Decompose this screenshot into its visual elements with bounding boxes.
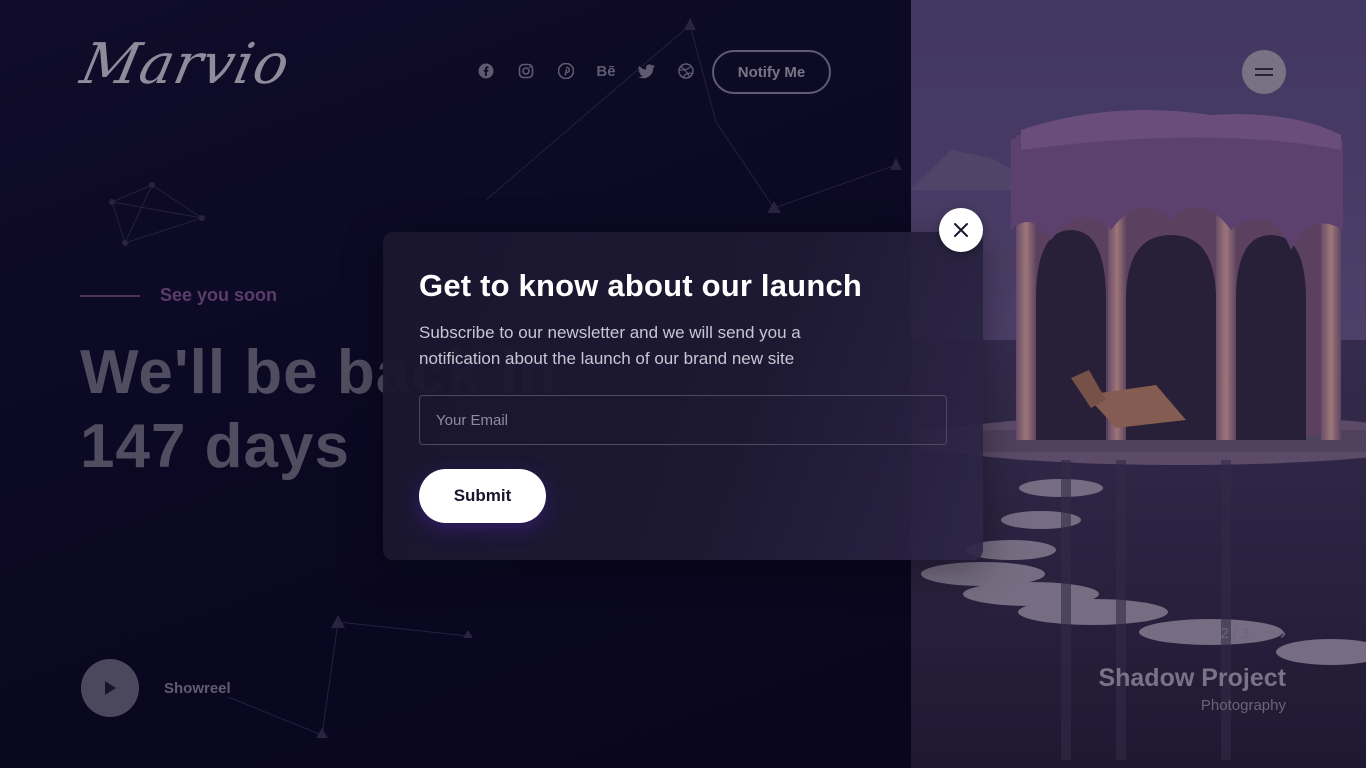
close-modal-button[interactable] <box>939 208 983 252</box>
submit-button[interactable]: Submit <box>419 469 546 523</box>
close-icon <box>954 223 968 237</box>
modal-description: Subscribe to our newsletter and we will … <box>419 323 801 368</box>
email-input[interactable] <box>419 395 947 445</box>
newsletter-modal: Get to know about our launch Subscribe t… <box>383 232 983 560</box>
modal-title: Get to know about our launch <box>419 268 863 303</box>
